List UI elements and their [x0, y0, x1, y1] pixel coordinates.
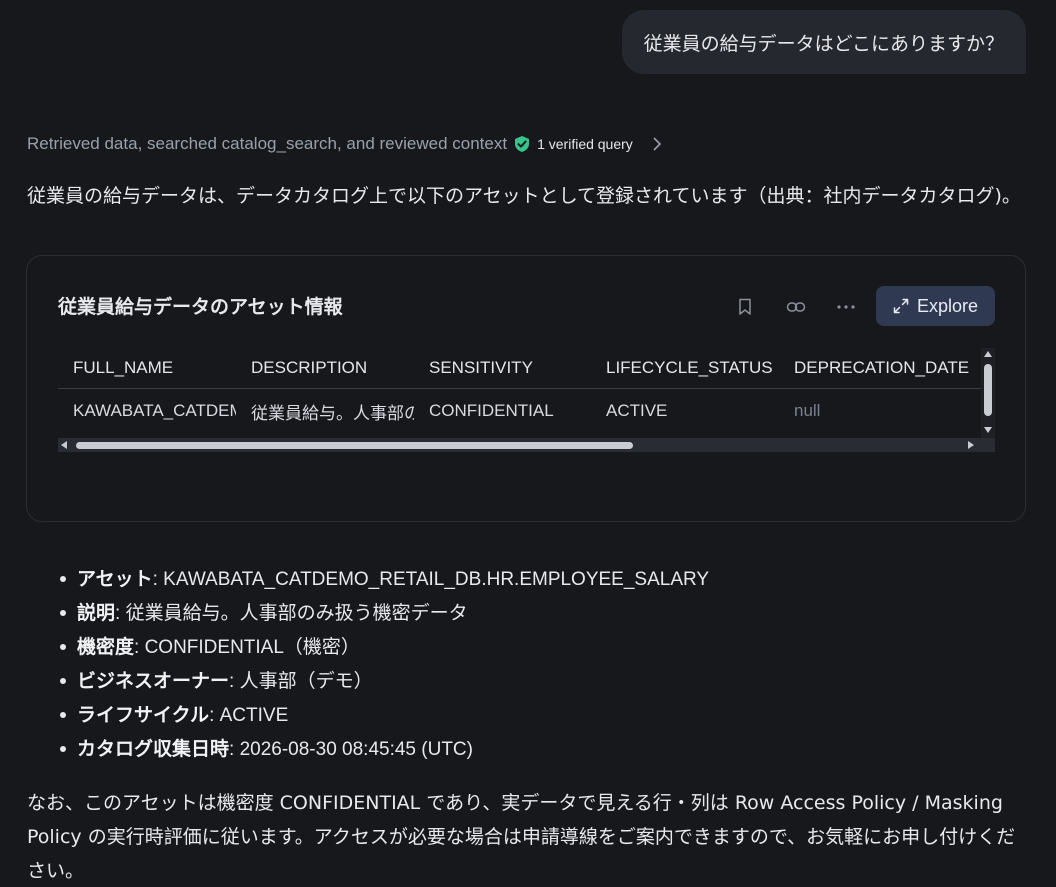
more-options-icon[interactable] [835, 296, 857, 318]
detail-value: : 人事部（デモ） [229, 671, 373, 692]
detail-value: : 従業員給与。人事部のみ扱う機密データ [115, 603, 468, 624]
chat-page: 従業員の給与データはどこにありますか？ Retrieved data, sear… [0, 0, 1056, 887]
verified-shield-icon [515, 136, 530, 152]
detail-value: : CONFIDENTIAL（機密） [134, 637, 360, 658]
list-item: アセット: KAWABATA_CATDEMO_RETAIL_DB.HR.EMPL… [59, 562, 710, 596]
expand-icon [893, 298, 909, 314]
detail-label: ビジネスオーナー [77, 670, 230, 692]
bookmark-icon[interactable] [734, 296, 756, 318]
table-cell: null [794, 401, 821, 420]
horizontal-scrollbar[interactable] [58, 438, 995, 452]
table-row: KAWABATA_CATDEMO_RETAIL_DB.HR.EMPLOYEE_S… [58, 389, 981, 433]
detail-label: 説明 [77, 602, 116, 624]
table-cell: KAWABATA_CATDEMO_RETAIL_DB.HR.EMPLOYEE_S… [73, 401, 236, 420]
steps-summary: Retrieved data, searched catalog_search,… [27, 134, 508, 153]
card-title: 従業員給与データのアセット情報 [58, 296, 343, 318]
scroll-down-arrow-icon[interactable] [984, 427, 992, 433]
detail-value: : KAWABATA_CATDEMO_RETAIL_DB.HR.EMPLOYEE… [152, 569, 710, 590]
horizontal-scroll-thumb[interactable] [76, 442, 633, 449]
table-cell: 従業員給与。人事部のみ扱う機密データ [251, 403, 414, 423]
list-item: ライフサイクル: ACTIVE [59, 698, 709, 732]
detail-label: カタログ収集日時 [77, 738, 230, 760]
user-message-bubble: 従業員の給与データはどこにありますか？ [621, 10, 1026, 74]
list-item: 説明: 従業員給与。人事部のみ扱う機密データ [59, 596, 709, 630]
detail-label: アセット [77, 568, 153, 590]
asset-table[interactable]: FULL_NAME DESCRIPTION SENSITIVITY LIFECY… [58, 348, 995, 452]
scroll-up-arrow-icon[interactable] [984, 351, 992, 357]
table-cell: CONFIDENTIAL [429, 401, 554, 420]
explore-button[interactable]: Explore [876, 286, 995, 326]
list-item: ビジネスオーナー: 人事部（デモ） [59, 664, 709, 698]
reasoning-steps-toggle[interactable]: Retrieved data, searched catalog_search,… [27, 134, 663, 154]
asset-info-card: 従業員給与データのアセット情報 Explore FULL_NAME DESCRI… [26, 255, 1026, 522]
verified-query-badge: 1 verified query [513, 135, 633, 153]
vertical-scroll-thumb[interactable] [984, 364, 992, 416]
answer-note: なお、このアセットは機密度 CONFIDENTIAL であり、実データで見える行… [27, 792, 1016, 882]
link-icon[interactable] [785, 296, 807, 318]
list-item: 機密度: CONFIDENTIAL（機密） [59, 630, 709, 664]
column-header[interactable]: DESCRIPTION [236, 348, 414, 388]
chevron-right-icon[interactable] [651, 137, 663, 151]
detail-value: : 2026-08-30 08:45:45 (UTC) [229, 739, 473, 760]
column-header[interactable]: LIFECYCLE_STATUS [591, 348, 779, 388]
list-item: カタログ収集日時: 2026-08-30 08:45:45 (UTC) [59, 732, 709, 766]
detail-label: 機密度 [77, 636, 135, 658]
table-header-row: FULL_NAME DESCRIPTION SENSITIVITY LIFECY… [58, 348, 981, 389]
explore-label: Explore [916, 295, 979, 316]
asset-details-list: アセット: KAWABATA_CATDEMO_RETAIL_DB.HR.EMPL… [59, 562, 710, 766]
scroll-left-arrow-icon[interactable] [61, 441, 67, 449]
column-header[interactable]: FULL_NAME [58, 348, 236, 388]
detail-label: ライフサイクル [77, 704, 210, 726]
answer-intro: 従業員の給与データは、データカタログ上で以下のアセットとして登録されています（出… [27, 185, 1021, 207]
column-header[interactable]: SENSITIVITY [414, 348, 591, 388]
table-cell: ACTIVE [606, 401, 668, 420]
user-message-text: 従業員の給与データはどこにありますか？ [643, 32, 1004, 55]
detail-value: : ACTIVE [209, 705, 289, 726]
column-header[interactable]: DEPRECATION_DATE [779, 348, 981, 388]
verified-query-label: 1 verified query [537, 136, 633, 152]
vertical-scrollbar[interactable] [981, 348, 995, 438]
scroll-right-arrow-icon[interactable] [968, 441, 974, 449]
